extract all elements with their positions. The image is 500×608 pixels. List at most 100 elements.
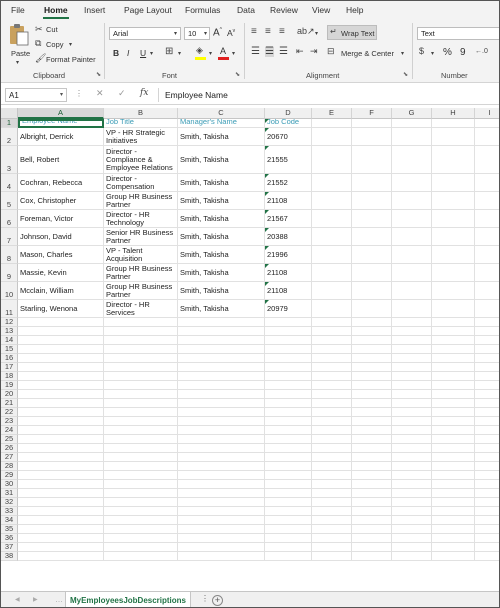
comma-style-button[interactable]: 9: [460, 47, 466, 58]
cell-a6[interactable]: Foreman, Victor: [18, 210, 104, 228]
cell-i3[interactable]: [475, 146, 499, 174]
cell-i13[interactable]: [475, 327, 499, 336]
cell-g1[interactable]: [392, 119, 432, 128]
cell-b37[interactable]: [104, 543, 178, 552]
dialog-launcher-icon[interactable]: ⬊: [96, 71, 101, 78]
cell-f18[interactable]: [352, 372, 392, 381]
cell-b28[interactable]: [104, 462, 178, 471]
orientation-icon[interactable]: ab↗: [297, 27, 315, 36]
cell-d9[interactable]: 21108: [265, 264, 312, 282]
decrease-font-size-button[interactable]: Av: [227, 28, 235, 38]
cell-g31[interactable]: [392, 489, 432, 498]
cell-c27[interactable]: [178, 453, 265, 462]
cell-e19[interactable]: [312, 381, 352, 390]
cell-e34[interactable]: [312, 516, 352, 525]
cell-a25[interactable]: [18, 435, 104, 444]
cell-h28[interactable]: [432, 462, 475, 471]
cell-i17[interactable]: [475, 363, 499, 372]
cell-e3[interactable]: [312, 146, 352, 174]
cell-f8[interactable]: [352, 246, 392, 264]
tab-file[interactable]: File: [11, 5, 25, 15]
increase-decimal-icon[interactable]: ←.0: [475, 48, 488, 55]
cell-b38[interactable]: [104, 552, 178, 561]
cell-e14[interactable]: [312, 336, 352, 345]
cell-d6[interactable]: 21567: [265, 210, 312, 228]
cell-e25[interactable]: [312, 435, 352, 444]
dialog-launcher-icon[interactable]: ⬊: [403, 71, 408, 78]
align-bottom-icon[interactable]: ≡: [279, 27, 285, 37]
cell-e5[interactable]: [312, 192, 352, 210]
cell-d17[interactable]: [265, 363, 312, 372]
cell-h15[interactable]: [432, 345, 475, 354]
cell-b27[interactable]: [104, 453, 178, 462]
row-header-4[interactable]: 4: [1, 174, 18, 192]
cell-a20[interactable]: [18, 390, 104, 399]
cell-a36[interactable]: [18, 534, 104, 543]
cell-i10[interactable]: [475, 282, 499, 300]
cell-d34[interactable]: [265, 516, 312, 525]
cell-c24[interactable]: [178, 426, 265, 435]
cell-c8[interactable]: Smith, Takisha: [178, 246, 265, 264]
cell-g38[interactable]: [392, 552, 432, 561]
row-header-6[interactable]: 6: [1, 210, 18, 228]
cell-d20[interactable]: [265, 390, 312, 399]
cell-f15[interactable]: [352, 345, 392, 354]
cell-i36[interactable]: [475, 534, 499, 543]
cell-a21[interactable]: [18, 399, 104, 408]
cell-b32[interactable]: [104, 498, 178, 507]
tab-data[interactable]: Data: [237, 5, 255, 15]
cell-b25[interactable]: [104, 435, 178, 444]
cell-h19[interactable]: [432, 381, 475, 390]
row-header-8[interactable]: 8: [1, 246, 18, 264]
cell-b4[interactable]: Director - Compensation: [104, 174, 178, 192]
cell-e36[interactable]: [312, 534, 352, 543]
cut-button[interactable]: Cut: [46, 25, 58, 34]
column-header-g[interactable]: G: [392, 108, 432, 119]
cell-g9[interactable]: [392, 264, 432, 282]
cell-b11[interactable]: Director - HR Services: [104, 300, 178, 318]
cell-h2[interactable]: [432, 128, 475, 146]
sheet-tab-myemployeesjobdescriptions[interactable]: MyEmployeesJobDescriptions: [65, 592, 191, 607]
cell-h6[interactable]: [432, 210, 475, 228]
cell-e22[interactable]: [312, 408, 352, 417]
cell-h27[interactable]: [432, 453, 475, 462]
dialog-launcher-icon[interactable]: ⬊: [235, 71, 240, 78]
cell-b29[interactable]: [104, 471, 178, 480]
cell-c37[interactable]: [178, 543, 265, 552]
cell-a34[interactable]: [18, 516, 104, 525]
cell-f13[interactable]: [352, 327, 392, 336]
cell-e29[interactable]: [312, 471, 352, 480]
cell-d13[interactable]: [265, 327, 312, 336]
cell-g4[interactable]: [392, 174, 432, 192]
cell-b26[interactable]: [104, 444, 178, 453]
cell-e12[interactable]: [312, 318, 352, 327]
cell-e38[interactable]: [312, 552, 352, 561]
percent-style-button[interactable]: %: [443, 47, 452, 58]
cell-d37[interactable]: [265, 543, 312, 552]
cell-b19[interactable]: [104, 381, 178, 390]
cell-g34[interactable]: [392, 516, 432, 525]
cell-d21[interactable]: [265, 399, 312, 408]
cell-b22[interactable]: [104, 408, 178, 417]
tab-insert[interactable]: Insert: [84, 5, 105, 15]
cell-b9[interactable]: Group HR Business Partner: [104, 264, 178, 282]
cell-a8[interactable]: Mason, Charles: [18, 246, 104, 264]
cell-f23[interactable]: [352, 417, 392, 426]
cell-a33[interactable]: [18, 507, 104, 516]
cell-h17[interactable]: [432, 363, 475, 372]
paste-button[interactable]: Paste ▾: [7, 23, 31, 67]
cell-g33[interactable]: [392, 507, 432, 516]
tab-view[interactable]: View: [312, 5, 330, 15]
cell-b33[interactable]: [104, 507, 178, 516]
cell-a37[interactable]: [18, 543, 104, 552]
cell-i20[interactable]: [475, 390, 499, 399]
cell-e24[interactable]: [312, 426, 352, 435]
cell-h10[interactable]: [432, 282, 475, 300]
cell-h24[interactable]: [432, 426, 475, 435]
cell-d32[interactable]: [265, 498, 312, 507]
cell-a12[interactable]: [18, 318, 104, 327]
cell-i5[interactable]: [475, 192, 499, 210]
cell-c26[interactable]: [178, 444, 265, 453]
tab-home[interactable]: Home: [44, 5, 68, 15]
cell-b2[interactable]: VP - HR Strategic Initiatives: [104, 128, 178, 146]
